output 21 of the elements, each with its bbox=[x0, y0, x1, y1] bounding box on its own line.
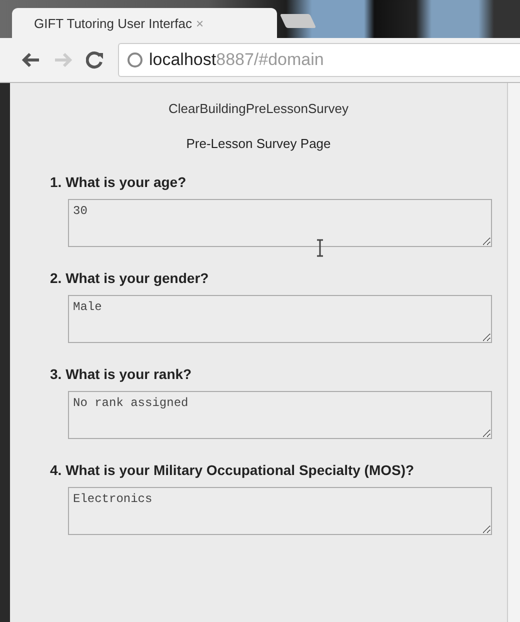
question-label: 1. What is your age? bbox=[50, 173, 188, 192]
answer-field[interactable]: Electronics bbox=[68, 487, 492, 535]
url-path: 8887/#domain bbox=[216, 50, 324, 70]
reload-icon[interactable] bbox=[86, 51, 104, 69]
new-tab-button[interactable] bbox=[280, 14, 316, 28]
address-bar[interactable]: localhost8887/#domain bbox=[118, 43, 520, 77]
question-label: 4. What is your Military Occupational Specialty (MOS)? bbox=[50, 461, 416, 480]
page-title: Pre-Lesson Survey Page bbox=[185, 136, 332, 151]
answer-field[interactable]: 30 bbox=[68, 199, 492, 247]
url-host: localhost bbox=[149, 50, 216, 70]
answer-field[interactable]: No rank assigned bbox=[68, 391, 492, 439]
text-cursor-icon bbox=[316, 239, 324, 257]
question-label: 2. What is your gender? bbox=[50, 269, 210, 288]
globe-icon bbox=[127, 52, 143, 68]
tab-title: GIFT Tutoring User Interfac bbox=[34, 16, 192, 30]
browser-tab[interactable]: GIFT Tutoring User Interfac × bbox=[12, 8, 277, 38]
survey-name: ClearBuildingPreLessonSurvey bbox=[168, 101, 350, 116]
back-icon[interactable] bbox=[22, 52, 40, 68]
scrollbar[interactable] bbox=[507, 83, 520, 622]
question-label: 3. What is your rank? bbox=[50, 365, 193, 384]
answer-field[interactable]: Male bbox=[68, 295, 492, 343]
